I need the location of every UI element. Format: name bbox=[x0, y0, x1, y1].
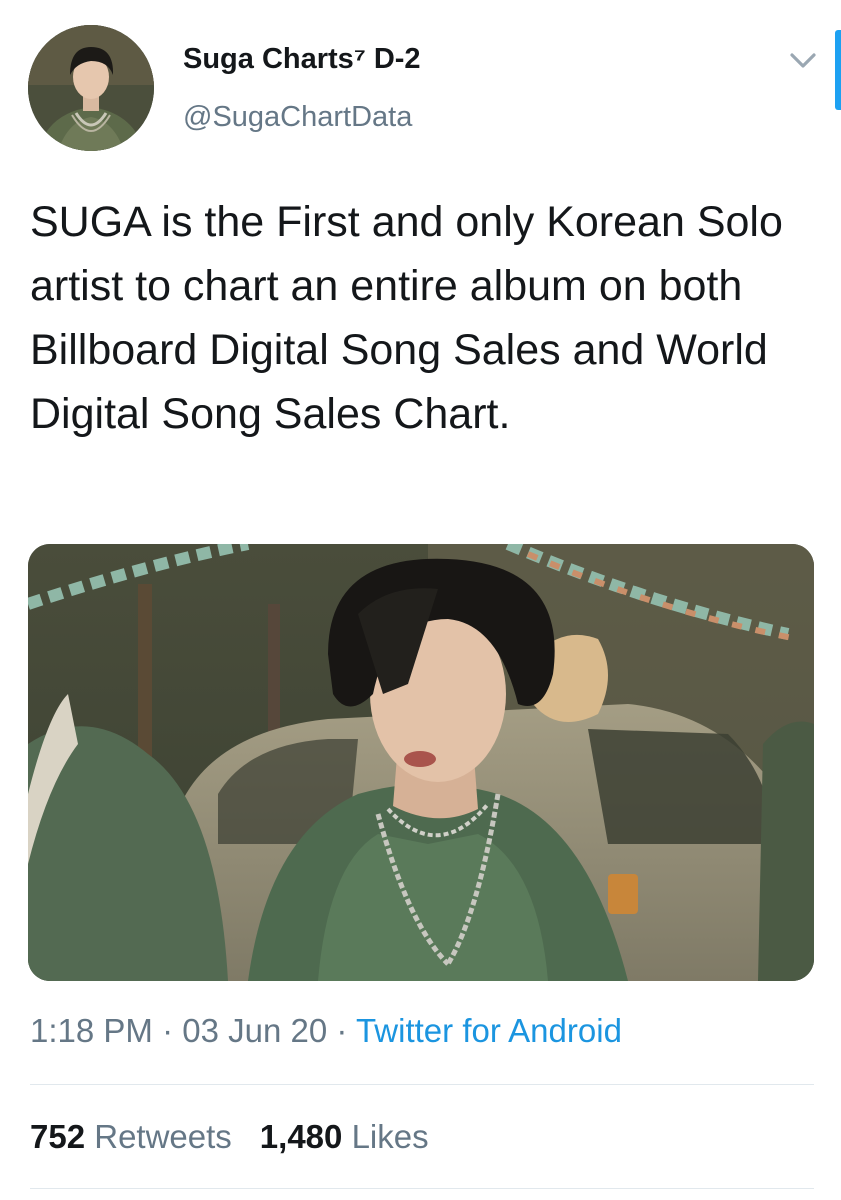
meta-separator: · bbox=[336, 1012, 348, 1049]
tweet-card: Suga Charts⁷ D-2 @SugaChartData SUGA is … bbox=[0, 0, 841, 1200]
tweet-text: SUGA is the First and only Korean Solo a… bbox=[30, 198, 783, 438]
tweet-time[interactable]: 1:18 PM bbox=[30, 1012, 153, 1049]
chevron-down-icon[interactable] bbox=[786, 48, 820, 74]
user-handle[interactable]: @SugaChartData bbox=[183, 101, 412, 134]
tweet-media[interactable] bbox=[28, 544, 814, 981]
avatar[interactable] bbox=[28, 25, 154, 151]
tweet-stats: 752 Retweets 1,480 Likes bbox=[30, 1118, 429, 1156]
divider bbox=[30, 1188, 814, 1189]
meta-separator: · bbox=[162, 1012, 174, 1049]
likes-count: 1,480 bbox=[259, 1118, 343, 1155]
scroll-indicator bbox=[835, 30, 841, 110]
photo-icon bbox=[28, 544, 814, 981]
avatar-image bbox=[28, 25, 154, 151]
likes-stat[interactable]: 1,480 Likes bbox=[260, 1118, 429, 1155]
tweet-date[interactable]: 03 Jun 20 bbox=[182, 1012, 327, 1049]
retweets-count: 752 bbox=[30, 1118, 86, 1155]
retweets-label: Retweets bbox=[94, 1118, 232, 1155]
likes-label: Likes bbox=[351, 1118, 429, 1155]
divider bbox=[30, 1084, 814, 1085]
retweets-stat[interactable]: 752 Retweets bbox=[30, 1118, 232, 1155]
tweet-meta: 1:18 PM · 03 Jun 20 · Twitter for Androi… bbox=[30, 1012, 622, 1050]
display-name[interactable]: Suga Charts⁷ D-2 bbox=[183, 43, 421, 76]
tweet-source-link[interactable]: Twitter for Android bbox=[356, 1012, 622, 1049]
